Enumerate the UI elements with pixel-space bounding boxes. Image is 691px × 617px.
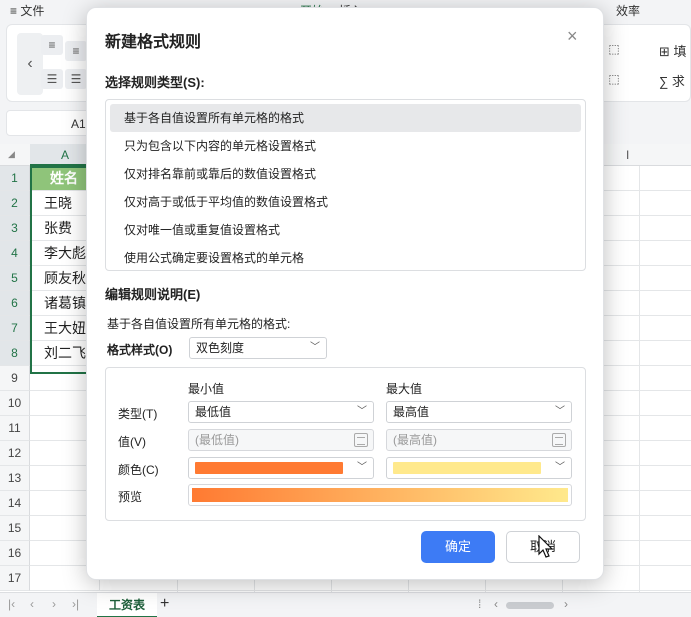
- horizontal-scrollbar[interactable]: [506, 602, 554, 609]
- first-sheet-icon[interactable]: |‹: [8, 597, 15, 611]
- scroll-right-icon[interactable]: ›: [564, 597, 568, 611]
- max-header: 最大值: [386, 382, 423, 396]
- row-header[interactable]: 7: [0, 316, 30, 341]
- type-label: 类型(T): [118, 407, 158, 421]
- align-left-icon[interactable]: ☰: [41, 69, 63, 89]
- last-sheet-icon[interactable]: ›|: [72, 597, 79, 611]
- align-center-icon[interactable]: ☰: [65, 69, 87, 89]
- format-style-select[interactable]: 双色刻度 ﹀: [189, 337, 327, 359]
- rule-type-item[interactable]: 仅对排名靠前或靠后的数值设置格式: [110, 160, 581, 188]
- row-header[interactable]: 11: [0, 416, 30, 441]
- grid-line: [100, 590, 691, 591]
- row-header[interactable]: 16: [0, 541, 30, 566]
- row-header[interactable]: 14: [0, 491, 30, 516]
- rule-type-item[interactable]: 基于各自值设置所有单元格的格式: [110, 104, 581, 132]
- row-header[interactable]: 12: [0, 441, 30, 466]
- chevron-down-icon: ﹀: [357, 462, 367, 473]
- edit-rule-label: 编辑规则说明(E): [105, 287, 201, 302]
- min-header: 最小值: [188, 382, 225, 396]
- preview-gradient: [192, 488, 568, 502]
- row-header[interactable]: 2: [0, 191, 30, 216]
- color-scale-preview: [188, 484, 572, 506]
- row-header[interactable]: 15: [0, 516, 30, 541]
- ribbon-scroll-left-button[interactable]: ‹: [17, 33, 43, 95]
- color-label: 颜色(C): [118, 463, 159, 477]
- rule-type-item[interactable]: 使用公式确定要设置格式的单元格: [110, 244, 581, 272]
- row-header[interactable]: 9: [0, 366, 30, 391]
- border-icon[interactable]: ⬚: [603, 69, 625, 89]
- align-middle-icon[interactable]: ≡: [65, 41, 87, 61]
- max-type-select[interactable]: 最高值 ﹀: [386, 401, 572, 423]
- rule-type-item[interactable]: 仅对唯一值或重复值设置格式: [110, 216, 581, 244]
- rule-type-label: 选择规则类型(S):: [105, 75, 205, 90]
- row-header[interactable]: 13: [0, 466, 30, 491]
- menu-file[interactable]: ≡ 文件: [10, 2, 44, 19]
- dialog-title: 新建格式规则: [105, 34, 202, 51]
- prev-sheet-icon[interactable]: ‹: [30, 597, 34, 611]
- min-color-select[interactable]: ﹀: [188, 457, 374, 479]
- add-sheet-button[interactable]: +: [160, 595, 169, 613]
- value-label: 值(V): [118, 435, 146, 449]
- fill-color-icon[interactable]: ⬚: [603, 39, 625, 59]
- row-header[interactable]: 10: [0, 391, 30, 416]
- scroll-left-icon[interactable]: ‹: [494, 597, 498, 611]
- rule-type-item[interactable]: 只为包含以下内容的单元格设置格式: [110, 132, 581, 160]
- menu-efficiency[interactable]: 效率: [616, 2, 640, 19]
- max-color-select[interactable]: ﹀: [386, 457, 572, 479]
- sheet-tab-salary[interactable]: 工资表: [97, 593, 157, 617]
- scale-settings-panel: 最小值 最大值 类型(T) 最低值 ﹀ 最高值 ﹀ 值(V) (最低值) (最高…: [105, 367, 586, 521]
- rule-description: 基于各自值设置所有单元格的格式:: [107, 317, 291, 331]
- row-header[interactable]: 8: [0, 341, 30, 366]
- max-color-swatch: [393, 462, 541, 474]
- next-sheet-icon[interactable]: ›: [52, 597, 56, 611]
- sum-button[interactable]: ∑ 求: [659, 71, 685, 90]
- scroll-divider-icon: ⁞: [478, 597, 482, 611]
- row-header[interactable]: 17: [0, 566, 30, 591]
- row-header[interactable]: 5: [0, 266, 30, 291]
- ok-button[interactable]: 确定: [421, 531, 495, 563]
- new-format-rule-dialog: 新建格式规则 × 选择规则类型(S): 基于各自值设置所有单元格的格式 只为包含…: [86, 7, 604, 580]
- column-header-i[interactable]: I: [626, 148, 629, 162]
- row-header[interactable]: 4: [0, 241, 30, 266]
- row-header[interactable]: 3: [0, 216, 30, 241]
- chevron-down-icon: ﹀: [357, 406, 367, 417]
- rule-type-list: 基于各自值设置所有单元格的格式 只为包含以下内容的单元格设置格式 仅对排名靠前或…: [105, 99, 586, 271]
- align-top-icon[interactable]: ≡: [41, 35, 63, 55]
- preview-label: 预览: [118, 490, 143, 504]
- min-value-input: (最低值): [188, 429, 374, 451]
- chevron-down-icon: ﹀: [555, 406, 565, 417]
- format-style-label: 格式样式(O): [107, 343, 173, 357]
- min-type-select[interactable]: 最低值 ﹀: [188, 401, 374, 423]
- select-all-corner[interactable]: ◢: [8, 149, 15, 160]
- range-select-icon: [552, 433, 566, 447]
- mouse-cursor-icon: [538, 535, 554, 558]
- row-header[interactable]: 1: [0, 166, 30, 191]
- sheet-tab-bar: |‹ ‹ › ›| 工资表 + ⁞ ‹ ›: [0, 592, 691, 617]
- fill-button[interactable]: ⊞ 填: [659, 41, 687, 60]
- min-color-swatch: [195, 462, 343, 474]
- range-select-icon: [354, 433, 368, 447]
- max-value-input: (最高值): [386, 429, 572, 451]
- row-header[interactable]: 6: [0, 291, 30, 316]
- rule-type-item[interactable]: 仅对高于或低于平均值的数值设置格式: [110, 188, 581, 216]
- chevron-down-icon: ﹀: [555, 462, 565, 473]
- close-icon[interactable]: ×: [567, 26, 578, 47]
- grid-line: [639, 166, 640, 592]
- chevron-down-icon: ﹀: [310, 342, 320, 353]
